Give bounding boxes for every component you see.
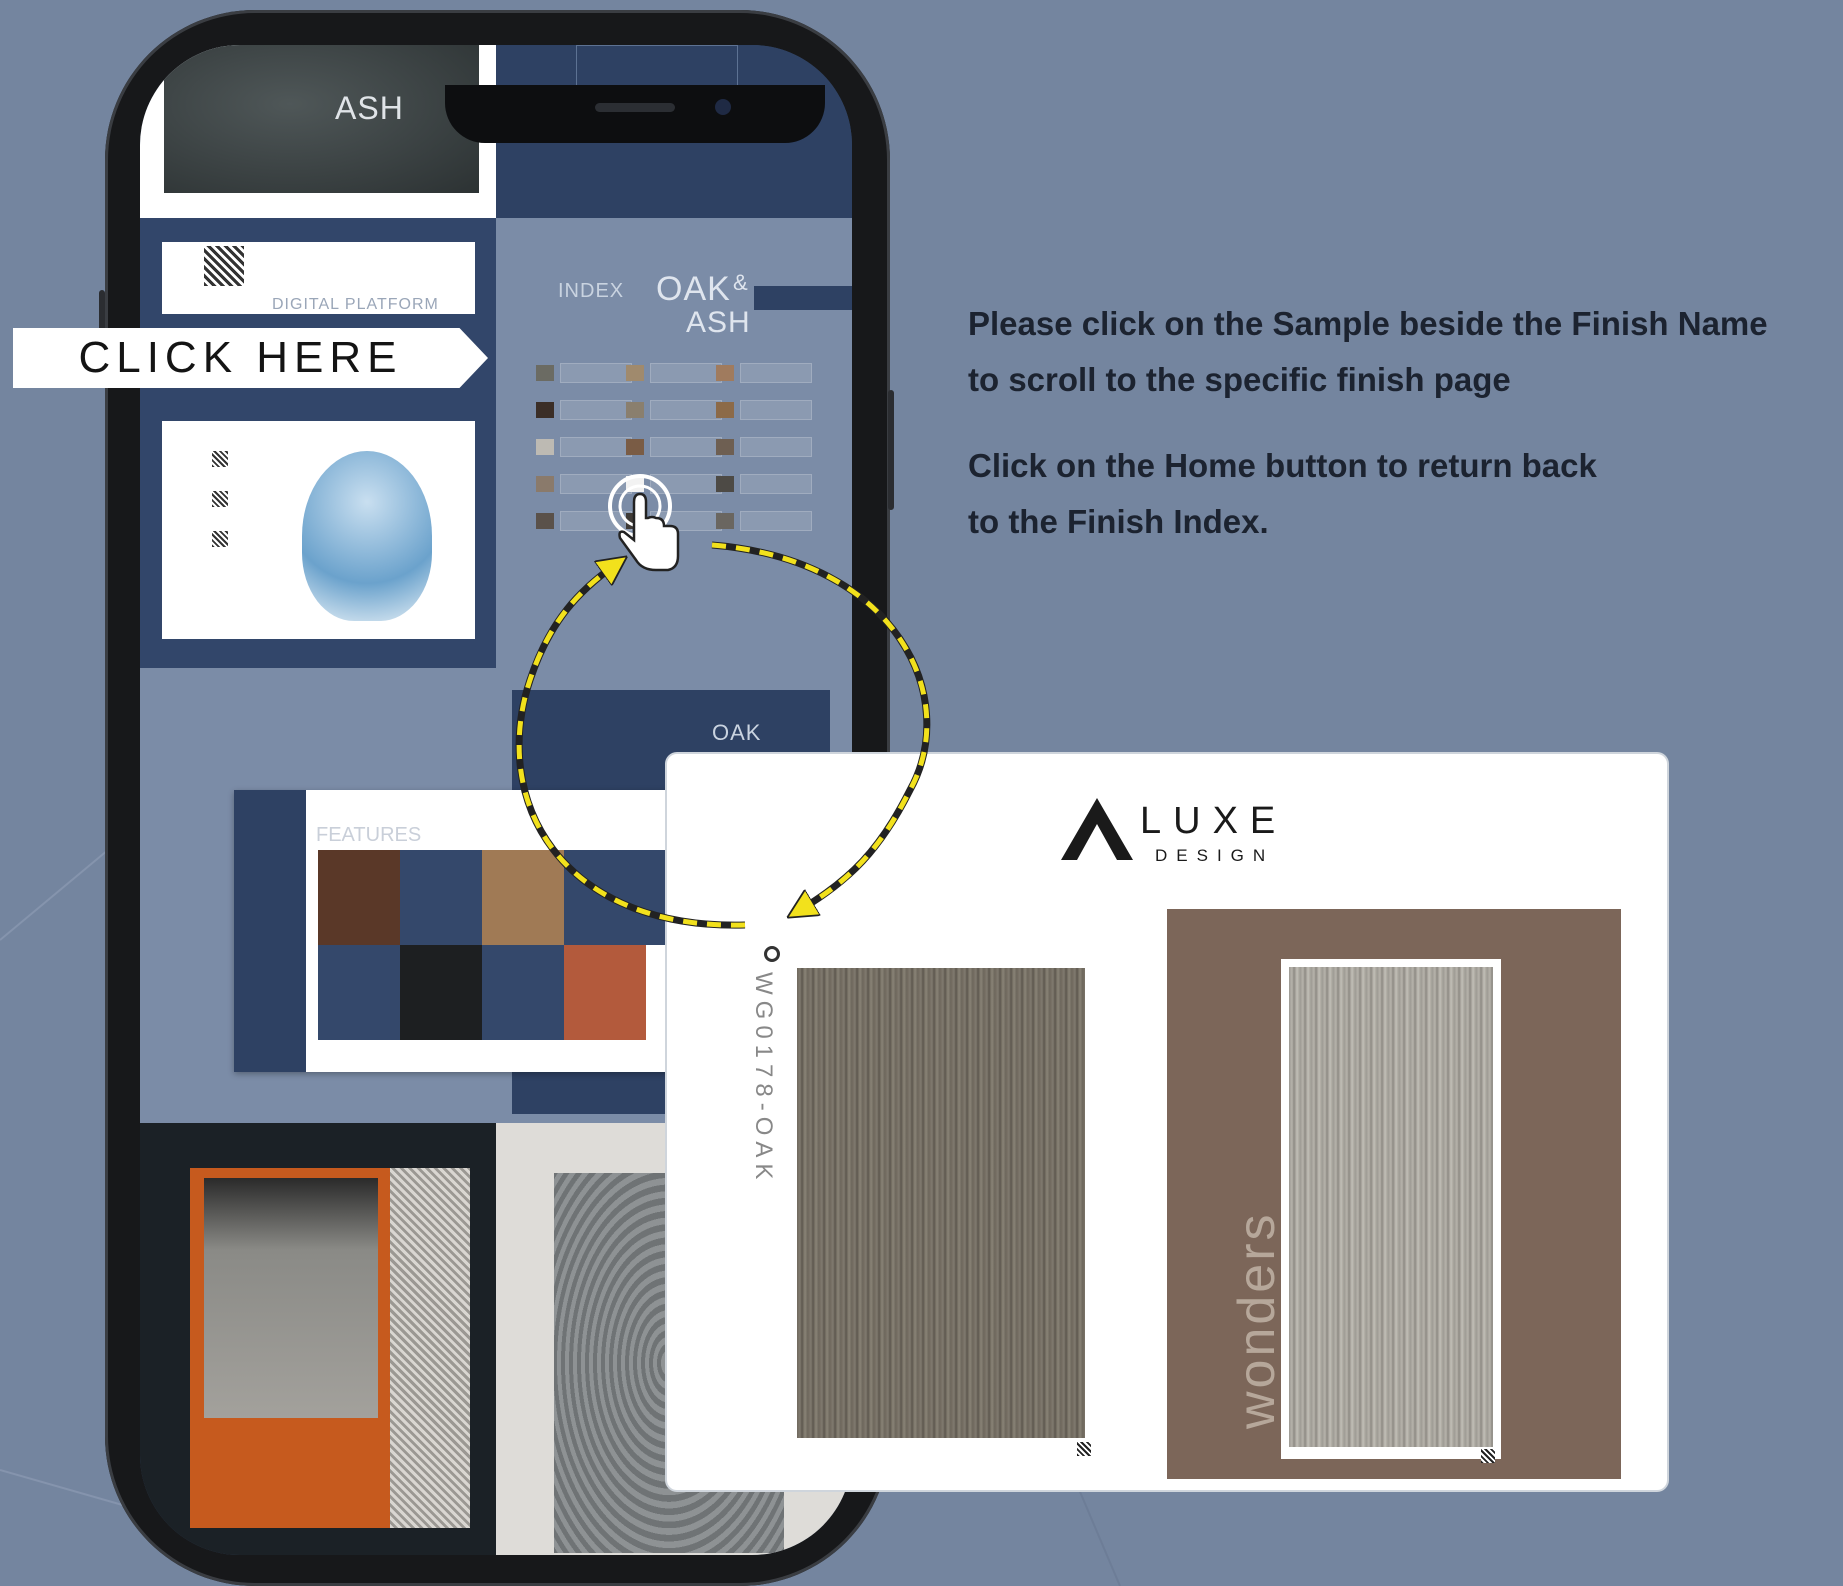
speaker — [595, 103, 675, 112]
finish-swatch[interactable] — [536, 365, 554, 381]
sample-swatch[interactable] — [797, 968, 1085, 1438]
finish-name-box — [650, 363, 722, 383]
qr-code-small — [212, 451, 228, 467]
click-here-label: CLICK HERE — [78, 333, 403, 382]
finish-swatch[interactable] — [536, 402, 554, 418]
finish-swatch[interactable] — [716, 439, 734, 455]
sample-code: WG0178-OAK — [750, 972, 777, 1186]
finish-swatch[interactable] — [626, 513, 644, 529]
finish-swatch[interactable] — [536, 513, 554, 529]
interior-page[interactable] — [140, 1123, 496, 1555]
index-swatch-item[interactable] — [536, 511, 632, 531]
finish-name-box — [740, 474, 812, 494]
index-swatch-item[interactable] — [716, 363, 812, 383]
index-swatch-item[interactable] — [716, 511, 812, 531]
index-swatch-item[interactable] — [536, 474, 632, 494]
instruction-line-1: Please click on the Sample beside the Fi… — [968, 305, 1768, 342]
finish-name-box — [650, 437, 722, 457]
index-swatch-item[interactable] — [536, 363, 632, 383]
vr-person — [302, 451, 432, 621]
oak-title: OAK — [656, 270, 731, 308]
index-swatch-item[interactable] — [626, 437, 722, 457]
phone-power-button — [888, 390, 894, 510]
phone-notch — [445, 85, 825, 143]
qr-code — [1077, 1442, 1091, 1456]
features-brochure: FEATURES — [234, 790, 734, 1072]
features-sidebar — [234, 790, 306, 1072]
finish-name-box — [560, 474, 632, 494]
finish-swatch[interactable] — [716, 365, 734, 381]
ash-page[interactable]: ASH — [140, 45, 496, 218]
qr-code-small — [212, 531, 228, 547]
qr-code-small — [212, 491, 228, 507]
finish-name-box — [650, 474, 722, 494]
digital-platform-page[interactable]: DIGITAL PLATFORM — [140, 218, 496, 668]
index-swatch-item[interactable] — [716, 400, 812, 420]
finish-index-page[interactable]: INDEX OAK & ASH — [496, 218, 852, 668]
finish-swatch[interactable] — [626, 365, 644, 381]
orange-panel — [190, 1168, 390, 1528]
wonders-label: wonders — [1228, 1211, 1286, 1429]
finish-name-box — [650, 400, 722, 420]
finish-name-box — [740, 437, 812, 457]
finish-swatch[interactable] — [536, 439, 554, 455]
qr-code — [1481, 1449, 1495, 1463]
finish-swatch[interactable] — [716, 476, 734, 492]
ash-texture — [164, 45, 479, 193]
brand-name: LUXE — [1140, 800, 1288, 842]
index-swatch-item[interactable] — [716, 437, 812, 457]
front-camera — [715, 99, 731, 115]
finish-name-box — [740, 400, 812, 420]
finish-name-box — [560, 400, 632, 420]
click-here-callout: CLICK HERE — [13, 328, 488, 388]
index-swatch-item[interactable] — [626, 400, 722, 420]
ash-title: ASH — [335, 90, 404, 126]
interior-photo — [204, 1178, 378, 1418]
oak-small-title: OAK — [712, 720, 762, 745]
ampersand: & — [733, 270, 749, 295]
finish-name-box — [560, 437, 632, 457]
finish-name-box — [560, 511, 632, 531]
finish-swatch[interactable] — [536, 476, 554, 492]
finish-swatch[interactable] — [626, 439, 644, 455]
instruction-line-3: Click on the Home button to return back — [968, 447, 1597, 484]
instruction-line-2: to scroll to the specific finish page — [968, 361, 1511, 398]
finish-swatch[interactable] — [716, 513, 734, 529]
index-swatch-item[interactable] — [626, 363, 722, 383]
finish-name-box — [560, 363, 632, 383]
finish-swatch[interactable] — [626, 402, 644, 418]
finish-name-box — [740, 363, 812, 383]
index-bar — [754, 286, 852, 310]
finish-swatch[interactable] — [716, 402, 734, 418]
index-swatch-item[interactable] — [536, 437, 632, 457]
terrazzo-strip — [390, 1168, 470, 1528]
qr-code — [204, 246, 244, 286]
index-swatch-item[interactable] — [536, 400, 632, 420]
index-swatch-item[interactable] — [626, 474, 722, 494]
instruction-line-4: to the Finish Index. — [968, 503, 1269, 540]
digital-platform-title: DIGITAL PLATFORM — [272, 296, 439, 313]
index-swatch-item[interactable] — [626, 511, 722, 531]
features-title: FEATURES — [316, 824, 422, 846]
luxe-logo-icon — [1061, 798, 1133, 860]
vr-image — [162, 421, 475, 639]
wonders-sample — [1289, 967, 1493, 1447]
finish-swatch[interactable] — [626, 476, 644, 492]
index-swatch-item[interactable] — [716, 474, 812, 494]
brand-subtitle: DESIGN — [1155, 846, 1275, 865]
home-icon[interactable] — [764, 946, 780, 962]
ash-index-title: ASH — [686, 306, 751, 339]
finish-page-preview[interactable]: LUXE DESIGN WG0178-OAK wonders — [665, 752, 1669, 1492]
finish-name-box — [650, 511, 722, 531]
wonders-panel: wonders — [1167, 909, 1621, 1479]
finish-name-box — [740, 511, 812, 531]
platform-banner: DIGITAL PLATFORM — [162, 242, 475, 314]
index-title: INDEX — [558, 280, 625, 302]
